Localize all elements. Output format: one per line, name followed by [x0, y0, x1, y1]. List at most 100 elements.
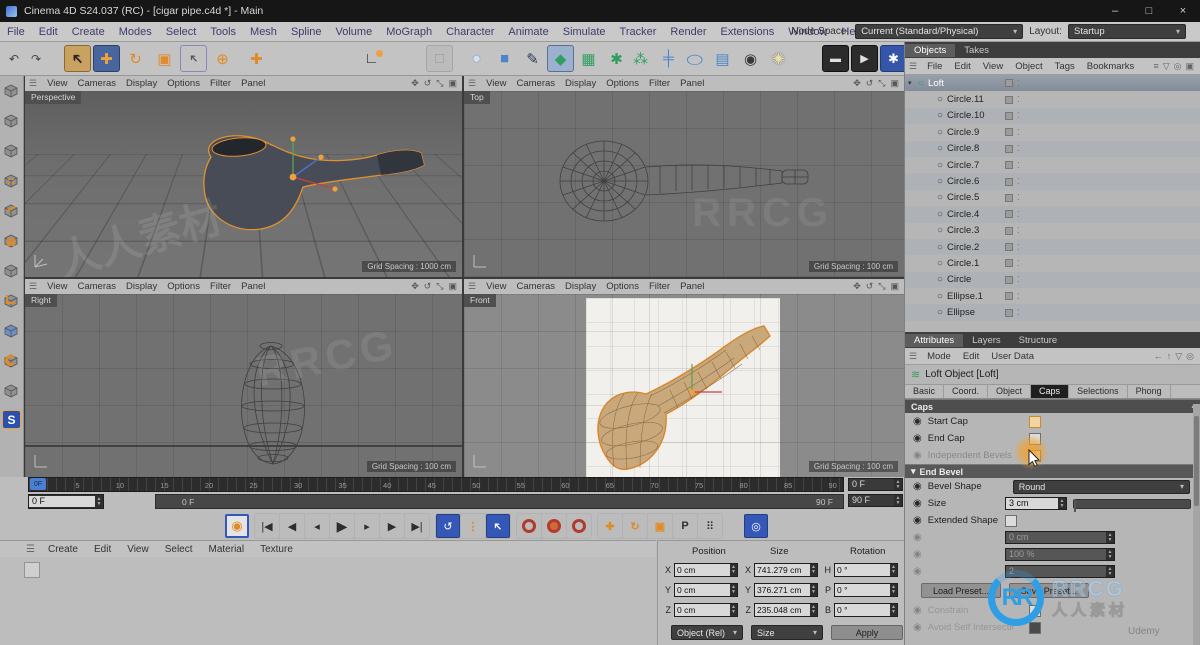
rotation-h-field[interactable]: 0 ° ▲ ▼	[834, 563, 898, 577]
viewport-front[interactable]: ☰ View Cameras Display Options Filter Panel ✥…	[464, 279, 904, 477]
tab-takes[interactable]: Takes	[955, 44, 998, 57]
visibility-dots-icon[interactable]: ⁚	[1017, 308, 1021, 317]
object-manager-toolbar-icon[interactable]: ≡	[1153, 61, 1158, 72]
viewport-menu-item[interactable]: Panel	[675, 281, 709, 292]
object-manager-toolbar-icon[interactable]: ▣	[1185, 61, 1194, 72]
menubar-item[interactable]: Tracker	[613, 26, 664, 38]
material-menu-item[interactable]: Material	[201, 544, 253, 555]
visibility-dots-icon[interactable]: ⁚	[1017, 144, 1021, 153]
axis-tool[interactable]: ✚	[243, 45, 270, 72]
bevel-shape-dropdown[interactable]: Round ▾	[1012, 479, 1190, 494]
object-row[interactable]: ○ Circle.3 ⁚	[905, 223, 1200, 239]
goto-next-key-button[interactable]: ▶	[380, 514, 404, 538]
viewport-menu-item[interactable]: Display	[560, 78, 601, 89]
visibility-dots-icon[interactable]: ⁚	[1017, 111, 1021, 120]
autokeying-button[interactable]	[542, 514, 566, 538]
menubar-item[interactable]: Tools	[203, 26, 243, 38]
selection-tool-dropdown[interactable]: ➔	[180, 45, 207, 72]
add-field-button[interactable]: ⁂	[627, 45, 654, 72]
layer-icon[interactable]	[1005, 177, 1013, 186]
move-tool[interactable]: ✚	[93, 45, 120, 72]
tab-object[interactable]: Object	[988, 385, 1032, 398]
undo-icon[interactable]: ↶	[5, 50, 23, 68]
object-row[interactable]: ○ Circle.6 ⁚	[905, 173, 1200, 190]
mode-icon[interactable]	[0, 76, 22, 106]
object-row[interactable]: ○ Circle.8 ⁚	[905, 140, 1200, 157]
visibility-dots-icon[interactable]: ⁚	[1017, 210, 1021, 219]
param-knob-icon[interactable]: ◉	[913, 498, 922, 509]
end-bevel-section-header[interactable]: ▾ End Bevel	[905, 464, 1200, 478]
menubar-item[interactable]: Volume	[329, 26, 380, 38]
layer-icon[interactable]	[1005, 193, 1013, 202]
goto-next-frame-button[interactable]: ▸	[355, 514, 379, 538]
menubar-item[interactable]: Modes	[112, 26, 159, 38]
coordinate-system-toggle[interactable]: ∟	[360, 45, 387, 72]
attribute-menu-item[interactable]: Edit	[957, 351, 985, 362]
render-to-picture-viewer-button[interactable]: ▶	[851, 45, 878, 72]
menubar-item[interactable]: Spline	[284, 26, 329, 38]
viewport-canvas[interactable]: Grid Spacing : 100 cm	[464, 294, 904, 477]
param-knob-icon[interactable]: ◉	[913, 433, 922, 444]
tab-caps[interactable]: Caps	[1031, 385, 1070, 398]
mode-icon[interactable]	[0, 256, 22, 286]
viewport-nav-icon[interactable]: ↺	[424, 281, 432, 292]
live-selection-tool[interactable]: ➔	[64, 45, 91, 72]
object-row[interactable]: ○ Circle.11 ⁚	[905, 91, 1200, 107]
key-pla-toggle[interactable]: ⠿	[698, 514, 722, 538]
object-manager-menu-item[interactable]: Bookmarks	[1081, 61, 1141, 72]
viewport-menu-item[interactable]: Filter	[205, 78, 236, 89]
object-manager-toolbar-icon[interactable]: ▽	[1163, 61, 1170, 72]
object-manager-toolbar-icon[interactable]: ◎	[1174, 61, 1182, 72]
mode-icon[interactable]	[0, 136, 22, 166]
object-row[interactable]: ○ Circle ⁚	[905, 271, 1200, 289]
tab-selections[interactable]: Selections	[1069, 385, 1128, 398]
viewport-nav-icon[interactable]: ✥	[411, 78, 419, 89]
menubar-item[interactable]: MoGraph	[379, 26, 439, 38]
viewport-nav-icon[interactable]: ▣	[448, 281, 457, 292]
viewport-menu-item[interactable]: View	[42, 281, 72, 292]
close-button[interactable]: ×	[1166, 0, 1200, 22]
viewport-canvas[interactable]: RRCG Grid Spacing : 100 cm	[25, 294, 462, 477]
key-rotation-toggle[interactable]: ↻	[623, 514, 647, 538]
hamburger-icon[interactable]: ☰	[29, 281, 37, 292]
hamburger-icon[interactable]: ☰	[468, 78, 476, 89]
menubar-item[interactable]: Render	[663, 26, 713, 38]
menubar-item[interactable]: Simulate	[556, 26, 613, 38]
visibility-dots-icon[interactable]: ⁚	[1017, 226, 1021, 235]
layer-icon[interactable]	[1005, 79, 1013, 88]
goto-prev-frame-button[interactable]: ◂	[305, 514, 329, 538]
attribute-menu-item[interactable]: Mode	[921, 351, 957, 362]
object-row[interactable]: ○ Ellipse ⁚	[905, 304, 1200, 321]
snap-toggle-button[interactable]: S	[2, 410, 21, 429]
viewport-nav-icon[interactable]: ↺	[424, 78, 432, 89]
object-row[interactable]: ○ Circle.1 ⁚	[905, 255, 1200, 271]
mograph-button[interactable]: ▤	[709, 45, 736, 72]
object-row[interactable]: ○ Circle.10 ⁚	[905, 107, 1200, 125]
node-space-dropdown[interactable]: Current (Standard/Physical) ▾	[855, 24, 1024, 39]
visibility-dots-icon[interactable]: ⁚	[1017, 259, 1021, 268]
viewport-menu-item[interactable]: Display	[560, 281, 601, 292]
position-x-field[interactable]: 0 cm ▲ ▼	[674, 563, 738, 577]
layer-icon[interactable]	[1005, 308, 1013, 317]
layer-icon[interactable]	[1005, 275, 1013, 284]
camera-button[interactable]: ◉	[737, 45, 764, 72]
current-frame-field[interactable]: 0 F ▲ ▼	[28, 494, 104, 509]
visibility-dots-icon[interactable]: ⁚	[1017, 292, 1021, 301]
visibility-dots-icon[interactable]: ⁚	[1017, 79, 1021, 88]
viewport-menu-item[interactable]: Display	[121, 78, 162, 89]
viewport-nav-icon[interactable]: ✥	[853, 281, 861, 292]
tab-objects[interactable]: Objects	[905, 43, 956, 57]
attribute-scrollbar[interactable]	[1193, 404, 1200, 645]
layer-icon[interactable]	[1005, 292, 1013, 301]
size-slider[interactable]	[1073, 498, 1191, 512]
frame-rate-button[interactable]: ⋮	[461, 514, 485, 538]
object-manager-menu-item[interactable]: Edit	[948, 61, 976, 72]
play-button[interactable]: ▶	[330, 514, 354, 538]
viewport-menu-item[interactable]: Panel	[675, 78, 709, 89]
viewport-right[interactable]: ☰ View Cameras Display Options Filter Panel ✥…	[25, 279, 462, 477]
mode-icon[interactable]	[0, 106, 22, 136]
object-row[interactable]: ○ Circle.7 ⁚	[905, 157, 1200, 173]
size-field[interactable]: 3 cm ▲ ▼	[1005, 497, 1067, 510]
object-manager-menu-item[interactable]: View	[977, 61, 1009, 72]
timeline-ruler[interactable]: 051015202530354045505560657075808590	[28, 477, 844, 492]
